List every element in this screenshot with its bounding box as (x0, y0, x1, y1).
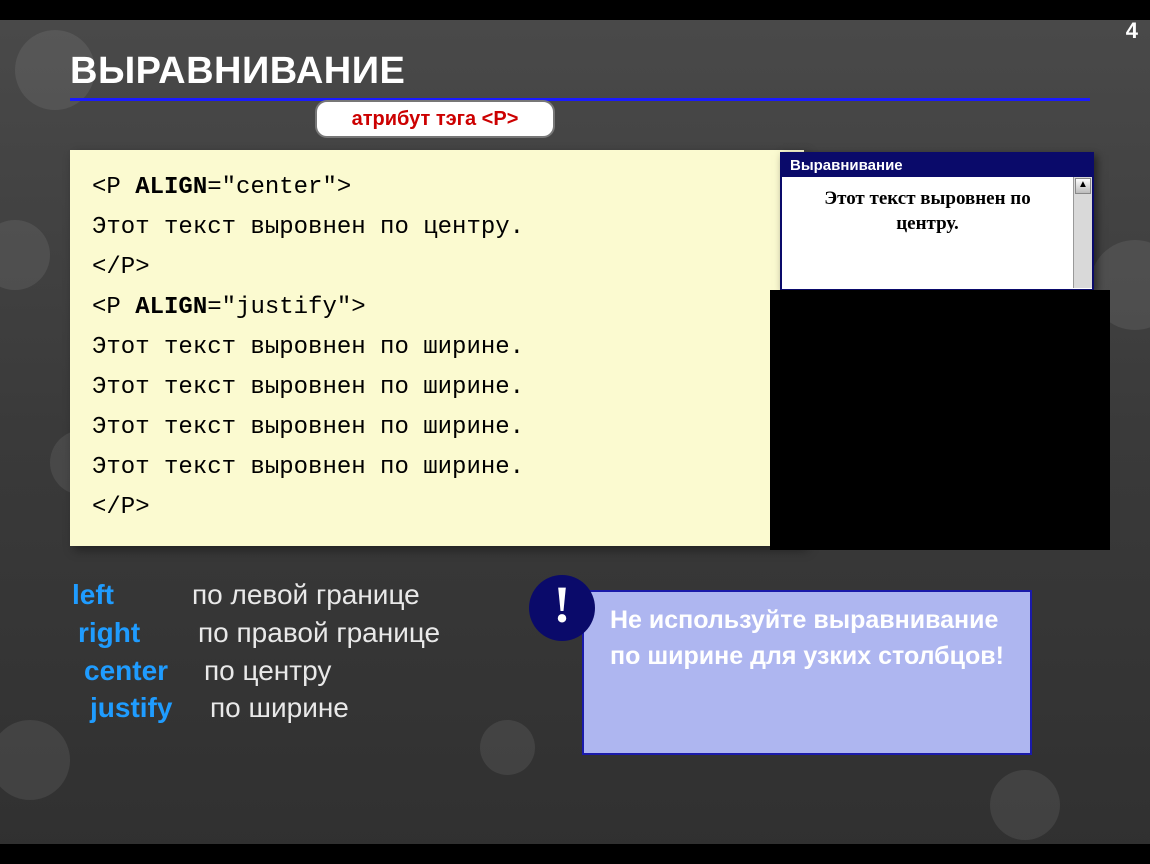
alignment-option: justifyпо ширине (72, 689, 440, 727)
alignment-description: по центру (204, 655, 331, 686)
alignment-description: по ширине (210, 692, 349, 723)
alignment-keyword: justify (72, 689, 210, 727)
rendered-paragraph: Этот текст выровнен по центру. (782, 177, 1073, 288)
top-black-bar (0, 0, 1150, 20)
code-line: Этот текст выровнен по ширине. (92, 408, 782, 448)
browser-window-title: Выравнивание (782, 154, 1092, 177)
code-keyword: ALIGN (135, 174, 207, 201)
code-panel: <P ALIGN="center">Этот текст выровнен по… (70, 150, 804, 546)
alignment-description: по правой границе (198, 617, 440, 648)
alignment-description: по левой границе (192, 579, 420, 610)
scrollbar-up-icon[interactable]: ▲ (1075, 178, 1091, 194)
decoration-bubble (990, 770, 1060, 840)
slide-number: 4 (1126, 18, 1138, 44)
code-keyword: ALIGN (135, 294, 207, 321)
scrollbar[interactable]: ▲ (1073, 177, 1092, 288)
bottom-black-bar (0, 844, 1150, 864)
decoration-bubble (0, 220, 50, 290)
alignment-option: rightпо правой границе (72, 614, 440, 652)
exclamation-icon: ! (553, 577, 570, 634)
warning-badge: ! (529, 575, 595, 641)
alignment-keyword: right (72, 614, 198, 652)
slide-title: ВЫРАВНИВАНИЕ (70, 50, 405, 93)
callout-text: атрибут тэга <P> (352, 108, 519, 130)
alignment-options-list: leftпо левой границеrightпо правой грани… (72, 576, 440, 727)
browser-window-body: Этот текст выровнен по центру. ▲ (782, 177, 1092, 288)
alignment-option: centerпо центру (72, 652, 440, 690)
slide-stage: 4 ВЫРАВНИВАНИЕ атрибут тэга <P> <P ALIGN… (0, 0, 1150, 864)
code-line: Этот текст выровнен по ширине. (92, 368, 782, 408)
title-underline (70, 98, 1090, 101)
code-line: Этот текст выровнен по ширине. (92, 448, 782, 488)
code-line: </P> (92, 248, 782, 288)
code-line: Этот текст выровнен по ширине. (92, 328, 782, 368)
warning-note: Не используйте выравнивание по ширине дл… (582, 590, 1032, 755)
code-line: </P> (92, 488, 782, 528)
decoration-bubble (0, 720, 70, 800)
occluding-black-box (770, 290, 1110, 550)
code-line: <P ALIGN="justify"> (92, 288, 782, 328)
alignment-keyword: left (72, 576, 192, 614)
decoration-bubble (480, 720, 535, 775)
browser-preview-window: Выравнивание Этот текст выровнен по цент… (780, 152, 1094, 291)
alignment-option: leftпо левой границе (72, 576, 440, 614)
alignment-keyword: center (72, 652, 204, 690)
code-line: <P ALIGN="center"> (92, 168, 782, 208)
callout-bubble: атрибут тэга <P> (315, 100, 555, 138)
code-line: Этот текст выровнен по центру. (92, 208, 782, 248)
